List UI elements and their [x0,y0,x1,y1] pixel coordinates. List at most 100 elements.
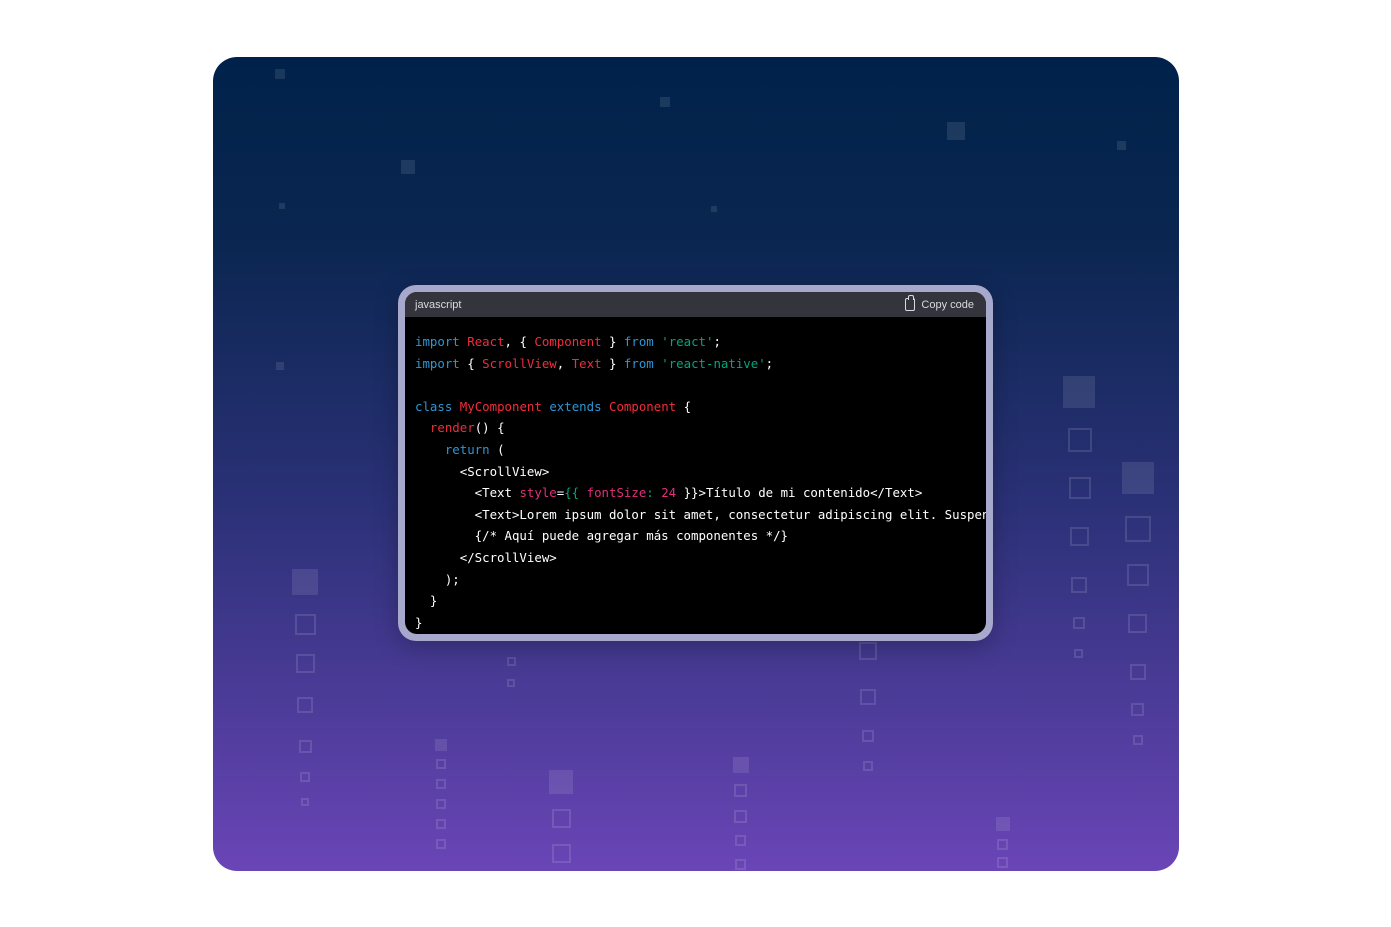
code-token: 'react' [661,334,714,349]
code-token: <ScrollView> [415,463,550,479]
page: javascript Copy code import React, { Com… [0,0,1391,927]
code-token: ; [713,334,721,349]
code-line: } [415,612,976,634]
code-token: } [601,334,624,349]
decor-square [296,654,315,673]
code-token: 24 [661,485,677,501]
decor-square [401,160,415,174]
decor-square [292,569,318,595]
code-line: import React, { Component } from 'react'… [415,331,976,353]
code-token: ); [415,571,460,587]
code-block: javascript Copy code import React, { Com… [405,292,986,634]
code-token: 'react-native' [661,355,766,371]
code-token: ScrollView [482,355,557,371]
code-line: </ScrollView> [415,547,976,569]
decor-square [1133,735,1143,745]
code-token: style [519,485,557,501]
decor-square [275,69,285,79]
code-line: render() { [415,417,976,439]
code-block-header: javascript Copy code [405,292,986,317]
code-token: import [415,334,460,349]
code-token: from [623,355,654,371]
decor-square [1068,428,1092,452]
code-token: { [676,398,692,414]
code-token: ( [489,441,505,457]
code-token: } [415,614,423,630]
code-token: <Text>Lorem ipsum dolor sit amet, consec… [474,506,986,522]
decor-square [549,770,573,794]
code-block-frame: javascript Copy code import React, { Com… [398,285,993,641]
code-language-label: javascript [415,298,462,311]
decor-square [436,839,446,849]
decor-square [436,779,446,789]
code-token: class [415,398,453,414]
decor-square [436,819,446,829]
code-token: Component [534,334,602,349]
code-token: {/* Aquí puede agregar más componentes *… [415,528,788,544]
code-line: } [415,590,976,612]
decor-square [996,817,1010,831]
code-token: }}>Título de mi contenido</Text> [676,485,923,501]
decor-square [734,810,747,823]
decor-square [1117,141,1126,150]
code-token: import [415,355,460,371]
decor-square [507,679,515,687]
decor-square [1071,577,1087,593]
code-token: () { [474,420,505,436]
decor-square [1125,516,1151,542]
decor-square [299,740,312,753]
code-line: <ScrollView> [415,461,976,483]
decor-square [1122,462,1154,494]
copy-code-button[interactable]: Copy code [905,295,974,311]
decor-square [733,757,749,773]
code-line: {/* Aquí puede agregar más componentes *… [415,525,976,547]
decor-square [860,689,876,705]
decor-square [297,697,313,713]
decor-square [735,835,746,846]
decor-square [276,362,284,370]
decor-square [435,739,447,751]
code-token: </ScrollView> [415,549,557,565]
decor-square [552,809,571,828]
code-token: {{ [564,485,587,501]
decor-square [863,761,873,771]
code-token: fontSize [586,485,647,501]
code-token: render [429,420,475,436]
decor-square [947,122,965,140]
decor-square [436,759,446,769]
clipboard-icon [905,295,916,311]
code-token: MyComponent [459,398,542,414]
code-token: from [623,334,654,349]
decor-square [507,657,516,666]
code-token: <Text [415,485,520,501]
decor-square [1127,564,1149,586]
code-token: , [556,355,572,371]
decor-square [1131,703,1144,716]
code-token: React [467,334,505,349]
decor-square [295,614,316,635]
code-line: ); [415,569,976,591]
code-content[interactable]: import React, { Component } from 'react'… [405,317,986,633]
decor-square [735,859,746,870]
decor-square [1063,376,1095,408]
decor-square [1074,649,1083,658]
decor-square [301,798,309,806]
decor-square [300,772,310,782]
decor-square [1130,664,1146,680]
code-token: extends [549,398,602,414]
decor-square [997,839,1008,850]
code-line: <Text style={{ fontSize: 24 }}>Título de… [415,482,976,504]
code-token: ; [765,355,774,371]
decor-square [859,642,877,660]
code-token: { [459,355,483,371]
code-token: : [646,485,662,501]
decor-square [711,206,717,212]
decor-square [1070,527,1089,546]
decor-square [734,784,747,797]
code-token: } [601,355,624,371]
code-token: Text [571,355,602,371]
